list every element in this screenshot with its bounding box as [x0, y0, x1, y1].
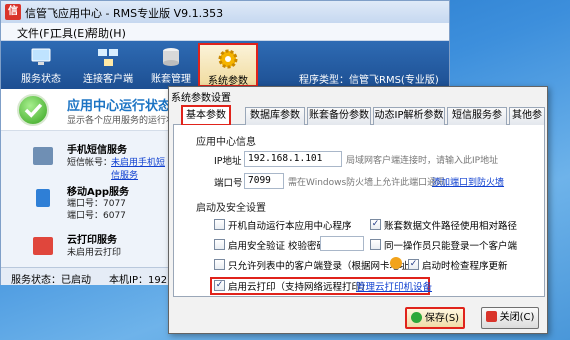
tab-system-settings[interactable]: 系统参数	[198, 43, 258, 87]
menu-tools[interactable]: 工具(E)	[51, 25, 89, 41]
auto-update-label: 启动时检查程序更新	[422, 261, 508, 272]
gear-icon	[218, 49, 238, 69]
menu-bar: 文件(F) 工具(E) 帮助(H)	[1, 23, 449, 41]
service-cloud-print: 云打印服务 未启用云打印	[1, 227, 171, 271]
port-hint: 需在Windows防火墙上允许此端口通讯	[288, 178, 446, 188]
service-sms: 手机短信服务 短信帐号： 未启用手机短信服务	[1, 137, 171, 181]
database-icon	[163, 48, 179, 66]
printer-icon	[33, 237, 53, 255]
service-title: 云打印服务	[67, 235, 117, 246]
close-label: 关闭(C)	[499, 312, 535, 323]
phone-icon	[36, 189, 50, 207]
close-icon	[485, 311, 497, 322]
cloud-print-checkbox[interactable]: ✓	[214, 280, 225, 291]
dialog-title: 系统参数设置	[171, 93, 231, 104]
save-button[interactable]: 保存(S)	[405, 307, 465, 329]
tab-label: 账套管理	[151, 74, 191, 85]
auto-update-checkbox[interactable]: ✓	[408, 259, 419, 270]
check-icon	[410, 312, 422, 323]
window-title: 信管飞应用中心 - RMS专业版 V9.1.353	[25, 7, 224, 20]
add-firewall-link[interactable]: 添加端口到防火墙	[432, 175, 504, 188]
ip-hint: 局域网客户端连接时，请输入此IP地址	[346, 156, 499, 166]
autorun-label: 开机自动运行本应用中心程序	[228, 221, 352, 232]
status-subtitle: 显示各个应用服务的运行状态	[67, 116, 185, 126]
mail-icon	[33, 147, 53, 165]
cloud-print-label: 启用云打印（支持网络远程打印）	[228, 282, 371, 293]
security-checkbox[interactable]	[214, 239, 225, 250]
section-app-center: 应用中心信息	[196, 137, 256, 148]
autorun-checkbox[interactable]	[214, 219, 225, 230]
menu-file[interactable]: 文件(F)	[17, 25, 54, 41]
single-login-label: 同一操作员只能登录一个客户端	[384, 241, 518, 252]
port-input[interactable]: 7099	[244, 173, 284, 189]
service-title: 手机短信服务	[67, 145, 127, 156]
tab-label: 连接客户端	[83, 74, 133, 85]
app-logo-icon: 信	[5, 4, 21, 20]
single-login-checkbox[interactable]	[370, 239, 381, 250]
sms-enable-link[interactable]: 未启用手机短信服务	[111, 155, 171, 181]
basic-params-panel: 应用中心信息 IP地址 192.168.1.101 局域网客户端连接时，请输入此…	[173, 125, 545, 297]
monitor-icon	[31, 48, 51, 65]
relative-path-checkbox[interactable]: ✓	[370, 219, 381, 230]
menu-help[interactable]: 帮助(H)	[87, 25, 126, 41]
section-startup-security: 启动及安全设置	[196, 203, 266, 214]
mobile-port-2: 端口号：6077	[67, 211, 126, 221]
verify-password-input[interactable]	[320, 236, 364, 251]
check-icon	[17, 94, 49, 126]
relative-path-label: 账套数据文件路径使用相对路径	[384, 221, 518, 232]
manage-cloud-printers-link[interactable]: 管理云打印机设备	[356, 279, 432, 293]
program-type-label: 程序类型：信管飞RMS(专业版)	[299, 75, 439, 86]
users-icon[interactable]	[390, 257, 402, 269]
save-label: 保存(S)	[424, 313, 460, 324]
title-bar: 信 信管飞应用中心 - RMS专业版 V9.1.353	[1, 1, 449, 23]
tab-other-params[interactable]: 其他参	[509, 107, 545, 125]
tab-dynamic-ip-params[interactable]: 动态IP解析参数	[373, 107, 445, 125]
settings-dialog: 系统参数设置 基本参数 数据库参数 账套备份参数 动态IP解析参数 短信服务参数…	[168, 86, 548, 334]
tab-strip: 基本参数 数据库参数 账套备份参数 动态IP解析参数 短信服务参数 其他参	[173, 105, 545, 137]
tab-connected-clients[interactable]: 连接客户端	[75, 43, 141, 87]
network-icon	[98, 49, 118, 66]
tab-account-management[interactable]: 账套管理	[141, 43, 201, 87]
status-title: 应用中心运行状态	[67, 99, 172, 114]
tab-database-params[interactable]: 数据库参数	[245, 107, 305, 125]
tab-sms-params[interactable]: 短信服务参数	[447, 107, 507, 137]
tab-basic-params[interactable]: 基本参数	[181, 105, 231, 126]
service-state: 服务状态：已启动	[11, 275, 91, 286]
tab-backup-params[interactable]: 账套备份参数	[307, 107, 371, 125]
ip-label: IP地址	[214, 156, 242, 167]
close-button[interactable]: 关闭(C)	[481, 307, 539, 329]
service-mobile: 移动App服务 端口号：7077 端口号：6077	[1, 179, 171, 223]
port-label: 端口号	[214, 178, 243, 189]
tab-service-status[interactable]: 服务状态	[11, 43, 71, 87]
whitelist-checkbox[interactable]	[214, 259, 225, 270]
ip-address-input[interactable]: 192.168.1.101	[244, 151, 342, 167]
tab-label: 服务状态	[21, 74, 61, 85]
cloud-print-status: 未启用云打印	[67, 248, 122, 258]
sms-account-label: 短信帐号：	[67, 158, 113, 168]
